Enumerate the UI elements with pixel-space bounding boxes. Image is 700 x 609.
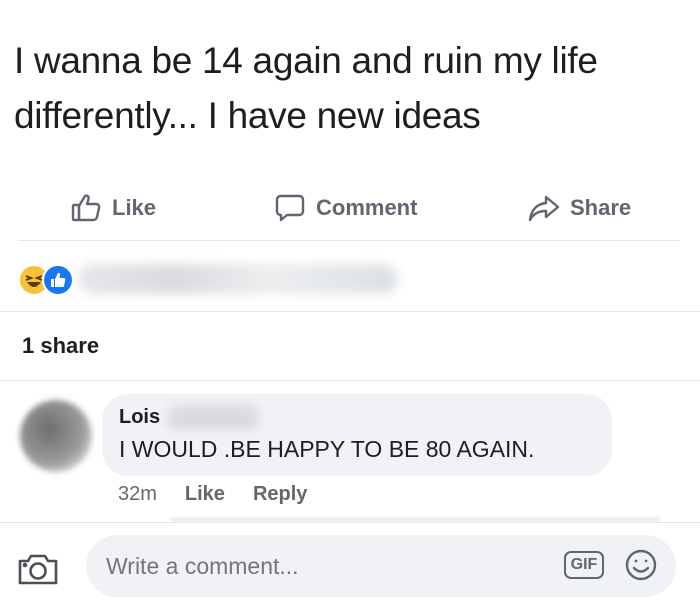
- share-arrow-icon: [528, 192, 560, 224]
- speech-bubble-icon: [274, 192, 306, 224]
- divider: [0, 380, 700, 381]
- share-button[interactable]: Share: [528, 192, 631, 224]
- comment-like-button[interactable]: Like: [185, 483, 225, 506]
- thumbs-up-icon: [70, 192, 102, 224]
- like-icon: [42, 264, 74, 296]
- avatar[interactable]: [20, 400, 92, 472]
- divider: [18, 240, 680, 241]
- comment-bubble: Lois I WOULD .BE HAPPY TO BE 80 AGAIN.: [102, 394, 612, 476]
- post-text: I wanna be 14 again and ruin my life dif…: [14, 34, 674, 144]
- comment-button[interactable]: Comment: [274, 192, 417, 224]
- comment-author-surname-blurred: [168, 406, 258, 430]
- comment-meta: 32m Like Reply: [118, 483, 307, 506]
- like-label: Like: [112, 195, 157, 220]
- comment-input[interactable]: [106, 553, 526, 580]
- post-text-line-1: I wanna be 14 again and ruin my life: [14, 40, 598, 81]
- like-button[interactable]: Like: [70, 192, 156, 224]
- post-action-bar: Like Comment Share: [0, 182, 700, 234]
- comment-reply-button[interactable]: Reply: [253, 483, 307, 506]
- comment-author[interactable]: Lois: [119, 406, 160, 429]
- camera-icon[interactable]: [16, 551, 60, 592]
- share-label: Share: [570, 195, 632, 220]
- comment-label: Comment: [316, 195, 418, 220]
- comment-text: I WOULD .BE HAPPY TO BE 80 AGAIN.: [119, 436, 535, 462]
- post-text-line-2: differently... I have new ideas: [14, 94, 481, 136]
- comment-timestamp: 32m: [118, 483, 157, 505]
- divider: [0, 311, 700, 312]
- comment-composer: GIF: [0, 522, 700, 609]
- comment-input-box[interactable]: GIF: [86, 535, 676, 597]
- shares-count[interactable]: 1 share: [22, 333, 99, 359]
- emoji-icon[interactable]: [624, 548, 658, 587]
- gif-button[interactable]: GIF: [564, 551, 604, 579]
- reactors-names-blurred: [78, 264, 398, 294]
- reactions-summary[interactable]: [0, 250, 700, 306]
